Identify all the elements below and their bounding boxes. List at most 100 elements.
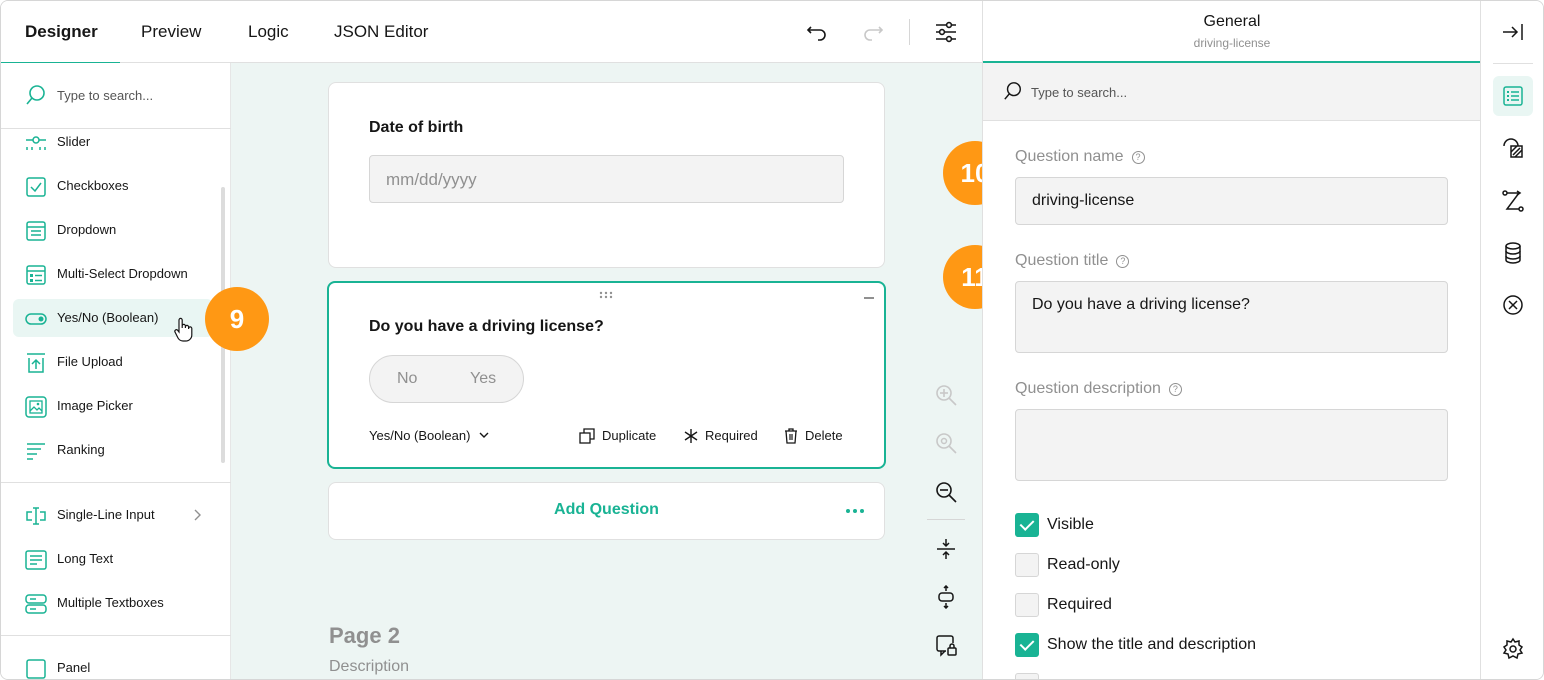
- toolbox-divider: [1, 635, 231, 636]
- gear-icon[interactable]: [1501, 637, 1525, 661]
- tab-logic[interactable]: Logic: [248, 1, 289, 63]
- question-name-input[interactable]: driving-license: [1015, 177, 1448, 225]
- question-title-label: Question title?: [1015, 252, 1130, 270]
- visible-label[interactable]: Visible: [1047, 516, 1094, 534]
- toolbox-item-label: Ranking: [57, 442, 105, 457]
- zoom-out-icon[interactable]: [934, 480, 958, 504]
- toolbox-item-label: Long Text: [57, 551, 114, 566]
- page-description[interactable]: Description: [329, 658, 409, 676]
- toolbox-item-long-text[interactable]: Long Text: [13, 540, 213, 578]
- dropdown-icon: [26, 221, 46, 241]
- tab-preview[interactable]: Preview: [141, 1, 201, 63]
- collapse-panel-icon[interactable]: [1501, 20, 1525, 44]
- toolbox-item-dropdown[interactable]: Dropdown: [13, 211, 213, 249]
- top-bar: Designer Preview Logic JSON Editor: [1, 1, 982, 64]
- question-type-label: Yes/No (Boolean): [369, 428, 471, 443]
- show-title-description-checkbox[interactable]: [1015, 633, 1039, 657]
- read-only-label[interactable]: Read-only: [1047, 556, 1120, 574]
- toolbox-item-label: Slider: [57, 134, 91, 149]
- property-search-placeholder: Type to search...: [1031, 85, 1128, 100]
- question-type-selector[interactable]: Yes/No (Boolean): [369, 428, 489, 443]
- toolbox-item-checkboxes[interactable]: Checkboxes: [13, 167, 213, 205]
- settings-sliders-icon[interactable]: [934, 20, 958, 44]
- tab-designer[interactable]: Designer: [1, 1, 120, 64]
- help-icon[interactable]: ?: [1168, 383, 1182, 396]
- toolbox-item-multiple-textboxes[interactable]: Multiple Textboxes: [13, 584, 213, 622]
- question-card-date-of-birth[interactable]: Date of birth mm/dd/yyyy: [328, 82, 885, 268]
- survey-creator-app: Designer Preview Logic JSON Editor Type …: [0, 0, 1544, 680]
- toolbox-search[interactable]: Type to search...: [1, 63, 231, 129]
- duplicate-label: Duplicate: [602, 428, 657, 443]
- toolbox-item-label: Checkboxes: [57, 178, 129, 193]
- toolbox-item-label: Single-Line Input: [57, 507, 155, 522]
- help-icon[interactable]: ?: [1116, 255, 1130, 268]
- general-properties-icon[interactable]: [1501, 84, 1525, 108]
- toolbar-divider: [909, 19, 910, 45]
- validation-clear-icon[interactable]: [1501, 293, 1525, 317]
- toolbox-item-image-picker[interactable]: Image Picker: [13, 387, 213, 425]
- data-database-icon[interactable]: [1501, 241, 1525, 265]
- required-button[interactable]: Required: [683, 428, 758, 443]
- checkbox-icon: [26, 177, 46, 197]
- lock-question-icon[interactable]: [934, 633, 958, 657]
- toolbox: Type to search... Slider Checkboxes Drop…: [1, 63, 231, 679]
- chevron-right-icon[interactable]: [191, 508, 203, 522]
- date-input[interactable]: mm/dd/yyyy: [369, 155, 844, 203]
- question-name-label-text: Question name: [1015, 148, 1124, 165]
- toolbox-item-label: Yes/No (Boolean): [57, 310, 159, 325]
- property-search[interactable]: Type to search...: [983, 63, 1481, 121]
- property-category-title: General: [1203, 13, 1261, 30]
- toolbox-divider: [1, 482, 231, 483]
- boolean-switch[interactable]: No Yes: [369, 355, 524, 403]
- toolbox-item-panel[interactable]: Panel: [13, 649, 213, 679]
- logic-flow-icon[interactable]: [1501, 189, 1525, 213]
- add-question-button[interactable]: Add Question: [329, 501, 884, 519]
- toolbox-item-label: Multiple Textboxes: [57, 595, 164, 610]
- asterisk-icon: [684, 429, 698, 443]
- required-checkbox[interactable]: [1015, 593, 1039, 617]
- design-canvas: Date of birth mm/dd/yyyy Do you have a d…: [231, 63, 982, 679]
- question-title-textarea[interactable]: Do you have a driving license?: [1015, 281, 1448, 353]
- toolbox-item-multi-select-dropdown[interactable]: Multi-Select Dropdown: [13, 255, 213, 293]
- conditions-icon[interactable]: [1501, 136, 1525, 160]
- zoom-in-icon[interactable]: [934, 383, 958, 407]
- panel-icon: [26, 659, 46, 679]
- toolbox-item-label: Dropdown: [57, 222, 117, 237]
- toolbox-item-slider[interactable]: Slider: [13, 123, 213, 161]
- boolean-no-label[interactable]: No: [397, 370, 417, 388]
- redo-icon[interactable]: [861, 20, 885, 44]
- expand-all-icon[interactable]: [934, 585, 958, 609]
- required-label[interactable]: Required: [1047, 596, 1112, 614]
- multiple-textboxes-icon: [25, 594, 47, 614]
- undo-icon[interactable]: [805, 20, 829, 44]
- add-question-bar[interactable]: Add Question: [328, 482, 885, 540]
- toolbox-item-label: File Upload: [57, 354, 123, 369]
- page-title[interactable]: Page 2: [329, 623, 400, 649]
- show-title-description-label[interactable]: Show the title and description: [1047, 636, 1256, 654]
- toolbox-item-file-upload[interactable]: File Upload: [13, 343, 213, 381]
- question-name-value: driving-license: [1032, 192, 1135, 209]
- toolbox-item-single-line-input[interactable]: Single-Line Input: [13, 496, 213, 534]
- visible-checkbox[interactable]: [1015, 513, 1039, 537]
- collapse-all-icon[interactable]: [934, 537, 958, 561]
- collapse-icon[interactable]: [864, 297, 874, 299]
- help-icon[interactable]: ?: [1131, 151, 1145, 164]
- boolean-yes-label[interactable]: Yes: [470, 370, 496, 388]
- zoom-reset-icon[interactable]: [934, 431, 958, 455]
- tab-json-editor[interactable]: JSON Editor: [334, 1, 428, 63]
- read-only-checkbox[interactable]: [1015, 553, 1039, 577]
- multiselect-dropdown-icon: [26, 265, 46, 285]
- more-options-icon[interactable]: [846, 509, 864, 513]
- question-description-textarea[interactable]: [1015, 409, 1448, 481]
- toolbox-item-ranking[interactable]: Ranking: [13, 431, 213, 469]
- ranking-icon: [27, 443, 45, 460]
- delete-label: Delete: [805, 428, 843, 443]
- delete-button[interactable]: Delete: [783, 428, 843, 444]
- date-placeholder: mm/dd/yyyy: [386, 170, 477, 189]
- duplicate-button[interactable]: Duplicate: [579, 428, 657, 444]
- question-card-driving-license[interactable]: Do you have a driving license? No Yes Ye…: [327, 281, 886, 469]
- drag-handle-icon[interactable]: [599, 291, 613, 299]
- rail-divider: [1493, 63, 1533, 64]
- partially-visible-checkbox[interactable]: [1015, 673, 1039, 679]
- toolbox-search-placeholder: Type to search...: [57, 88, 154, 103]
